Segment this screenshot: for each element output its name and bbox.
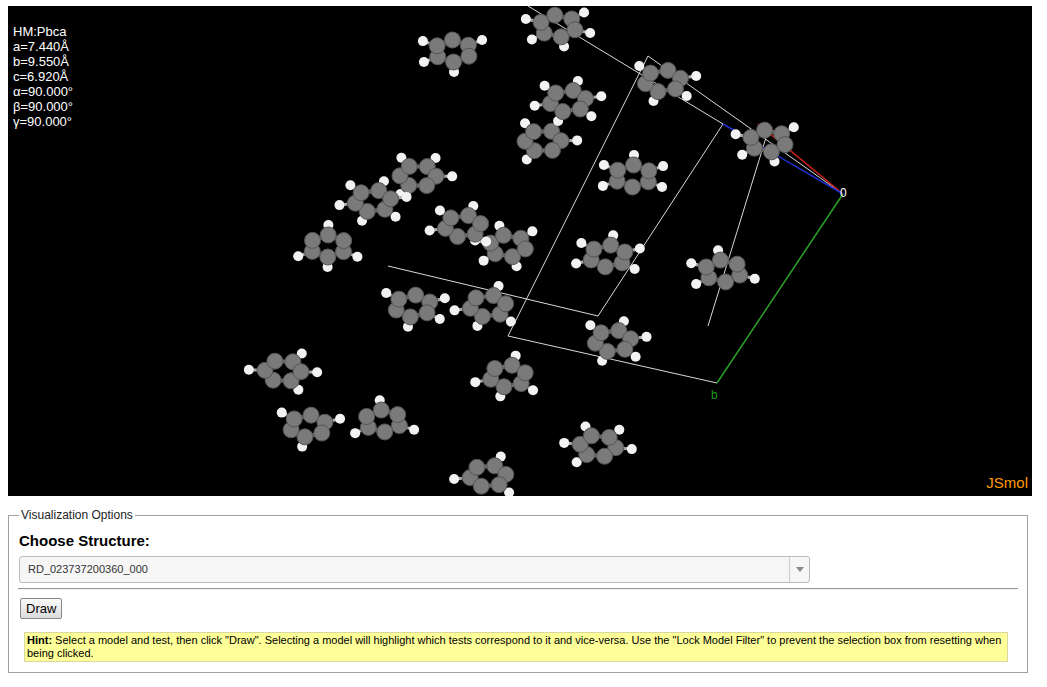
structure-render [8,6,1032,496]
hint-label: Hint: [27,634,52,646]
cell-parameter: c=6.920Å [13,69,73,84]
dropdown-icon[interactable] [789,557,809,582]
structure-select[interactable]: RD_023737200360_000 [19,556,810,583]
axis-label: b [711,388,718,402]
separator [18,588,1018,590]
draw-button[interactable]: Draw [20,598,62,620]
panel-legend: Visualization Options [19,506,135,524]
molecule-viewer[interactable]: HM:Pbcaa=7.440Åb=9.550Åc=6.920Åα=90.000°… [8,6,1032,496]
cell-parameter: a=7.440Å [13,39,73,54]
visualization-options: Visualization Options Choose Structure: RD… [8,506,1028,673]
brand-label: JSmol [986,472,1028,495]
axis-label: 0 [840,186,847,200]
cell-parameter: b=9.550Å [13,54,73,69]
hint-box: Hint: Select a model and test, then clic… [24,632,1008,662]
cell-parameter: β=90.000° [13,99,73,114]
cell-parameter: α=90.000° [13,84,73,99]
cell-parameters: HM:Pbcaa=7.440Åb=9.550Åc=6.920Åα=90.000°… [13,24,73,129]
cell-parameter: γ=90.000° [13,114,73,129]
structure-label: Choose Structure: [19,530,1017,553]
hint-text: Select a model and test, then click "Dra… [27,634,1001,659]
cell-parameter: HM:Pbca [13,24,73,39]
select-value: RD_023737200360_000 [20,561,789,578]
